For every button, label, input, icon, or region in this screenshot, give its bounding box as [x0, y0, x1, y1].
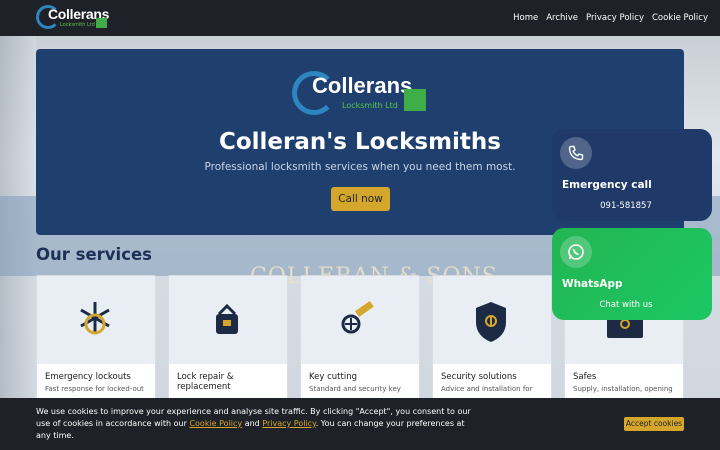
- whatsapp-chat-link[interactable]: Chat with us: [552, 300, 700, 310]
- emergency-icon: [80, 302, 110, 335]
- whatsapp-title: WhatsApp: [562, 278, 623, 290]
- service-title: Emergency lockouts: [45, 372, 131, 382]
- cookie-banner: We use cookies to improve your experienc…: [0, 398, 720, 450]
- nav-link-privacy-policy[interactable]: Privacy Policy: [586, 13, 644, 23]
- service-art: [37, 276, 155, 364]
- service-art: [169, 276, 287, 364]
- shield-icon: [476, 302, 506, 342]
- services-heading: Our services: [36, 245, 153, 264]
- phone-icon: [560, 137, 592, 169]
- service-title: Security solutions: [441, 372, 517, 382]
- service-desc: Supply, installation, opening: [573, 385, 673, 393]
- service-desc: Standard and security key: [309, 385, 401, 393]
- nav-link-archive[interactable]: Archive: [546, 13, 578, 23]
- service-card-emergency[interactable]: Emergency lockouts Fast response for loc…: [36, 275, 156, 400]
- nav-link-home[interactable]: Home: [513, 13, 538, 23]
- nav-links: Home Archive Privacy Policy Cookie Polic…: [513, 13, 708, 23]
- key-icon: [341, 300, 374, 334]
- padlock-icon: [216, 303, 238, 334]
- hero-logo-text: Collerans: [312, 73, 413, 98]
- hero-logo: Collerans Locksmith Ltd: [292, 71, 432, 119]
- hero-logo-subtext: Locksmith Ltd: [342, 101, 398, 110]
- nav-link-cookie-policy[interactable]: Cookie Policy: [652, 13, 708, 23]
- logo-key-box-icon: [96, 18, 107, 28]
- service-title: Key cutting: [309, 372, 357, 382]
- accept-cookies-button[interactable]: Accept cookies: [624, 417, 684, 431]
- service-title: Safes: [573, 372, 597, 382]
- cookie-text-part: and: [242, 419, 263, 428]
- top-nav: Collerans Locksmith Ltd Home Archive Pri…: [0, 0, 720, 36]
- service-card-key-cutting[interactable]: Key cutting Standard and security key: [300, 275, 420, 400]
- hero-logo-key-box-icon: [404, 89, 426, 111]
- call-now-button[interactable]: Call now: [331, 187, 390, 211]
- service-desc: [169, 392, 287, 395]
- emergency-call-title: Emergency call: [562, 179, 652, 191]
- whatsapp-card[interactable]: WhatsApp Chat with us: [552, 228, 712, 320]
- service-card-security[interactable]: Security solutions Advice and installati…: [432, 275, 552, 400]
- nav-logo[interactable]: Collerans Locksmith Ltd: [36, 5, 109, 31]
- service-title: Lock repair & replacement: [177, 372, 234, 392]
- cookie-text: We use cookies to improve your experienc…: [36, 406, 476, 442]
- emergency-call-number[interactable]: 091-581857: [552, 201, 700, 211]
- service-desc: Advice and installation for: [441, 385, 533, 393]
- service-card-lock-repair[interactable]: Lock repair & replacement: [168, 275, 288, 400]
- privacy-policy-link[interactable]: Privacy Policy: [262, 419, 315, 428]
- logo-subtext: Locksmith Ltd: [60, 22, 95, 28]
- whatsapp-icon: [560, 236, 592, 268]
- cookie-policy-link[interactable]: Cookie Policy: [189, 419, 242, 428]
- logo-mark: Collerans Locksmith Ltd: [36, 5, 109, 31]
- service-desc: Fast response for locked-out: [45, 385, 144, 393]
- service-art: [433, 276, 551, 364]
- emergency-call-card[interactable]: Emergency call 091-581857: [552, 129, 712, 221]
- service-art: [301, 276, 419, 364]
